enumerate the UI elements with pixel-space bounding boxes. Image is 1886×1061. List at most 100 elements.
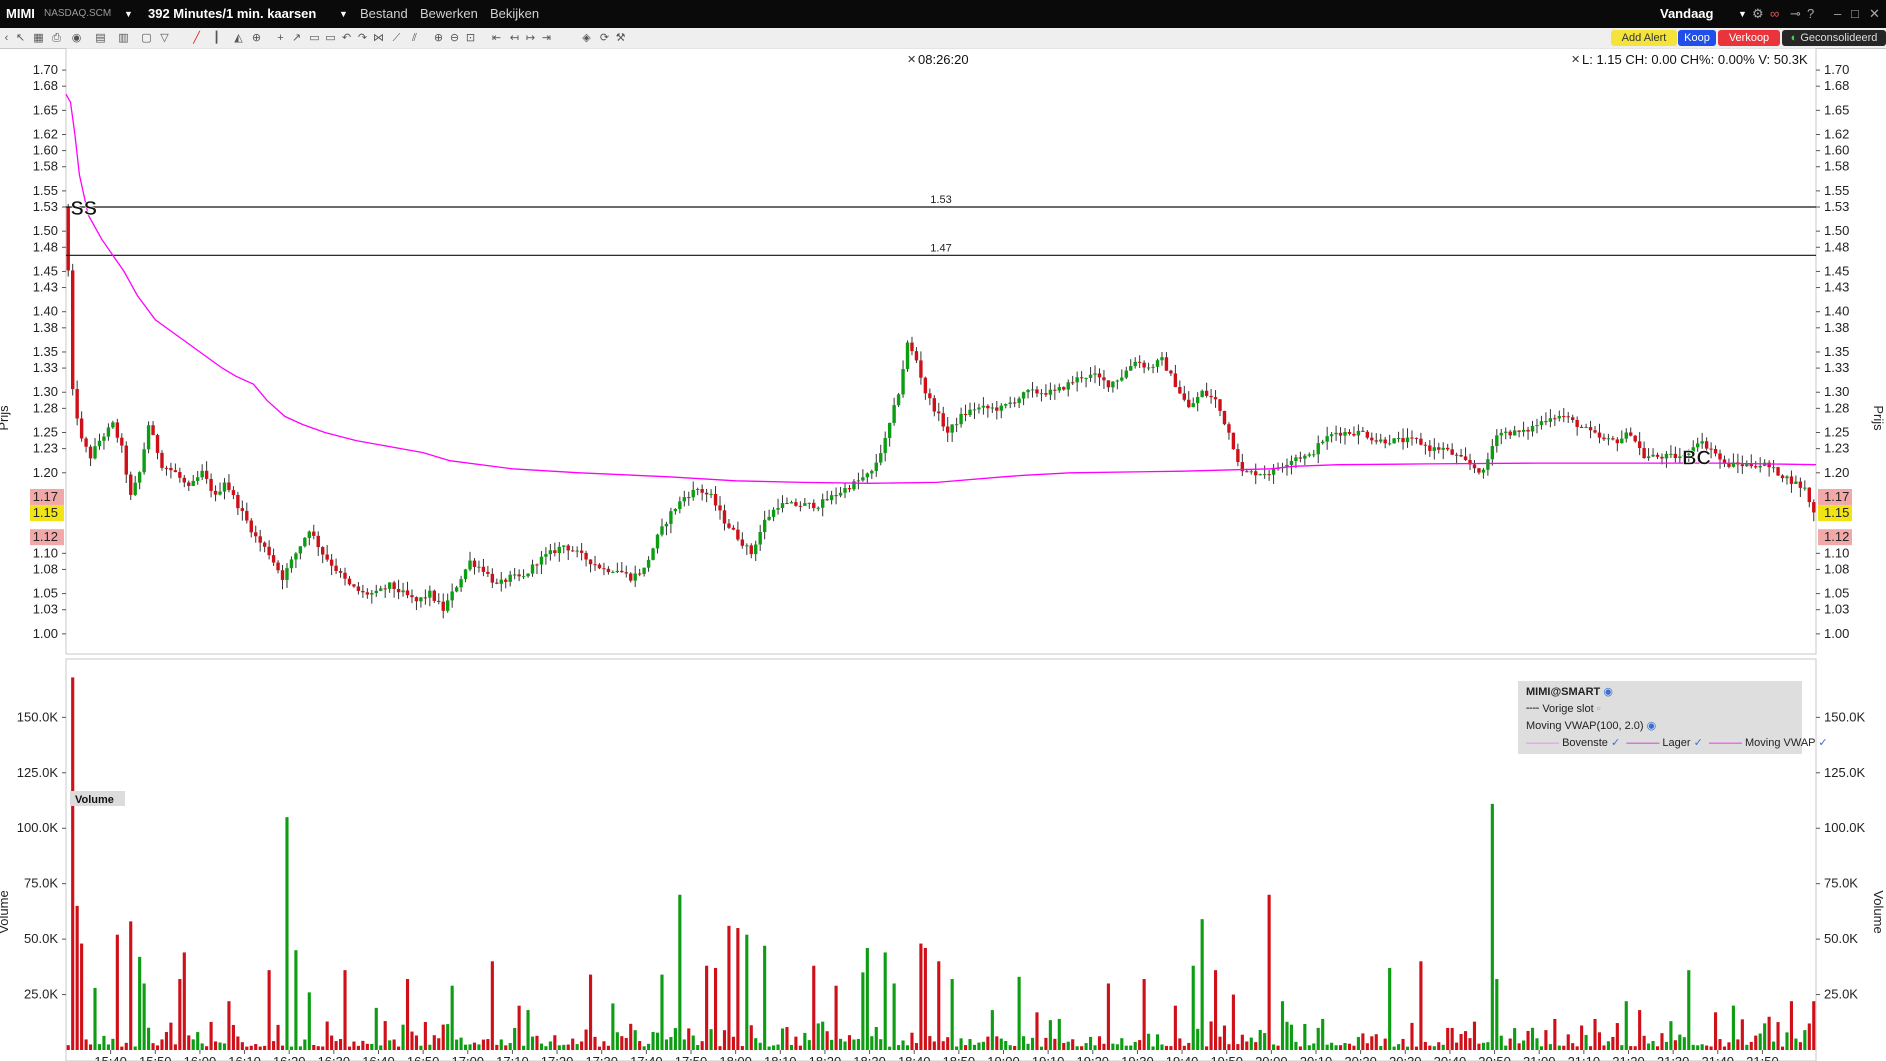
volume-bar [169,1022,173,1050]
close-icon[interactable]: ✕ [1869,0,1880,28]
volume-bar [1013,1046,1017,1050]
volume-bar [905,1045,910,1050]
minimize-icon[interactable]: – [1834,0,1841,28]
period-dropdown-icon[interactable]: ▼ [1738,0,1747,28]
cursor-tool-icon[interactable]: ↖ [14,32,27,44]
legend-indicator: Moving VWAP(100, 2.0) [1526,720,1644,732]
ticker-dropdown-icon[interactable]: ▼ [124,0,133,28]
candle-body [1544,421,1548,423]
ray-tool-icon[interactable]: ⟋ [390,32,403,44]
scroll-back-icon[interactable]: ↤ [508,32,521,44]
candle-body [472,560,477,568]
snapshot-icon[interactable]: ◉ [70,32,83,44]
candle-body [1794,481,1798,484]
candle-body [847,488,852,490]
volume-bar [892,983,896,1050]
candle-body [745,545,749,547]
link-icon[interactable]: ∞ [1770,0,1779,28]
pitchfork-icon[interactable]: ⫽ [408,32,421,44]
shield-icon[interactable]: ◈ [580,32,593,44]
zoom-fit-icon[interactable]: ⊡ [464,32,477,44]
grid-icon[interactable]: ▦ [32,32,45,44]
candle-body [1204,390,1209,396]
candle-body [1722,459,1727,463]
candle-body [1807,487,1811,503]
print-icon[interactable]: ⎙ [50,32,63,44]
bar-chart-icon[interactable]: ┃ [210,32,223,44]
volume-bar [263,1045,267,1050]
interval-dropdown-icon[interactable]: ▼ [339,0,348,28]
time-tick-label: 20:00 [1255,1054,1288,1061]
menu-bestand[interactable]: Bestand [360,0,408,28]
lower-band-check-icon[interactable]: ✓ [1694,737,1703,749]
price-tick-label: 1.48 [33,239,58,254]
buy-button[interactable]: Koop [1678,30,1716,46]
upper-band-check-icon[interactable]: ✓ [1611,737,1620,749]
candle-body [1718,453,1722,460]
wrench-icon[interactable]: ⚒ [614,32,627,44]
scroll-forward-icon[interactable]: ↦ [524,32,537,44]
menu-bekijken[interactable]: Bekijken [490,0,539,28]
volume-bar [1330,1042,1334,1050]
candle-body [1646,456,1651,459]
chart-layout-icon[interactable]: ▤ [94,32,107,44]
maximize-icon[interactable]: □ [1851,0,1859,28]
candle-body [1678,456,1682,459]
volume-bar [941,1041,945,1050]
sync-icon[interactable]: ⟳ [598,32,611,44]
scroll-end-icon[interactable]: ⇥ [540,32,553,44]
candle-body [410,595,414,598]
fibonacci-icon[interactable]: ⋈ [372,32,385,44]
chart-legend[interactable]: MIMI@SMART ◉ ╌╌ Vorige slot ▫ Moving VWA… [1518,681,1828,754]
crosshair-icon[interactable]: + [274,32,287,44]
volume-bar [120,1046,124,1050]
price-highlight-label: 1.12 [33,529,58,544]
add-alert-button[interactable]: Add Alert [1611,30,1677,46]
legend-prev-close-toggle-icon[interactable]: ▫ [1597,703,1601,715]
chart-table-icon[interactable]: ▥ [117,32,130,44]
settings-icon[interactable]: ⚙ [1752,0,1764,28]
sell-button[interactable]: Verkoop [1718,30,1780,46]
draw-line-icon[interactable]: ╱ [190,32,203,44]
scroll-start-icon[interactable]: ⇤ [490,32,503,44]
pin-icon[interactable]: ⊸ [1790,0,1801,28]
candle-body [1097,373,1102,378]
volume-bar [539,1043,544,1050]
mountain-chart-icon[interactable]: ◭ [232,32,245,44]
period-dropdown[interactable]: Vandaag [1660,0,1713,28]
volume-bar [530,1036,535,1050]
menu-bewerken[interactable]: Bewerken [420,0,478,28]
quote-close-icon[interactable]: ✕ [1571,54,1580,66]
candle-body [1227,424,1231,433]
vwap-check-icon[interactable]: ✓ [1818,737,1827,749]
interval-dropdown[interactable]: 392 Minutes/1 min. kaarsen [148,0,316,28]
chart-area[interactable]: 1.001.031.051.081.101.201.231.251.281.30… [0,48,1886,1061]
zoom-in-icon[interactable]: ⊕ [432,32,445,44]
price-tick-label: 1.60 [33,143,58,158]
volume-bar [968,1039,972,1050]
legend-settings-icon[interactable]: ◉ [1603,686,1613,698]
channel-tool-icon[interactable]: ▭ [324,32,337,44]
scroll-left-icon[interactable]: ‹ [0,32,13,44]
candle-body [1387,443,1392,445]
price-plot[interactable] [65,48,1817,655]
compare-icon[interactable]: ⊕ [250,32,263,44]
crosshair-cancel-icon[interactable]: ✕ [907,54,916,66]
legend-indicator-settings-icon[interactable]: ◉ [1647,720,1657,732]
price-tick-label: 1.43 [1824,280,1849,295]
zoom-out-icon[interactable]: ⊖ [448,32,461,44]
refresh-disabled-icon[interactable]: ▽ [158,32,171,44]
time-tick-label: 20:30 [1389,1054,1422,1061]
help-icon[interactable]: ? [1807,0,1814,28]
consolidated-button[interactable]: ◐ Geconsolideerd [1782,30,1886,46]
volume-bar [1379,1046,1383,1050]
candle-body [146,425,151,450]
volume-bar [1499,1035,1503,1050]
trend-tool-icon[interactable]: ↗ [290,32,303,44]
chart-window-icon[interactable]: ▢ [140,32,153,44]
rectangle-tool-icon[interactable]: ▭ [308,32,321,44]
candle-body [365,592,370,595]
redo-icon[interactable]: ↷ [356,32,369,44]
ticker-symbol[interactable]: MIMI [6,0,35,28]
undo-icon[interactable]: ↶ [340,32,353,44]
